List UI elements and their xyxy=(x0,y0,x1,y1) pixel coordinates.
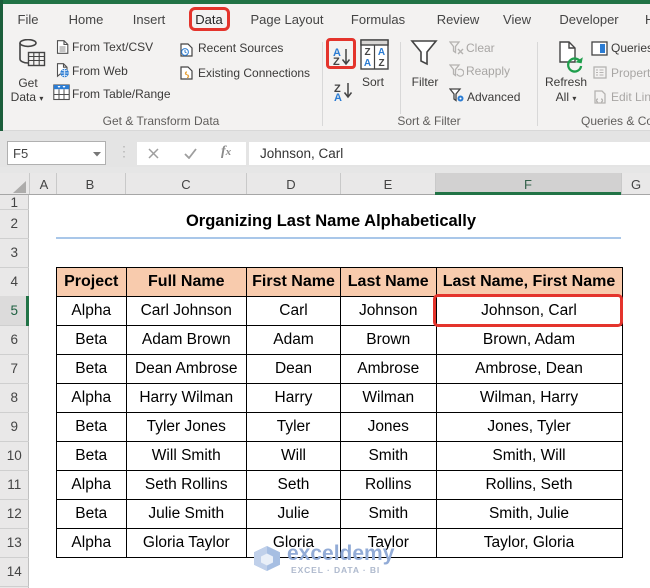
svg-text:Z: Z xyxy=(378,58,384,69)
svg-text:A: A xyxy=(364,58,371,69)
svg-text:A: A xyxy=(378,47,385,58)
svg-text:Z: Z xyxy=(364,47,370,58)
